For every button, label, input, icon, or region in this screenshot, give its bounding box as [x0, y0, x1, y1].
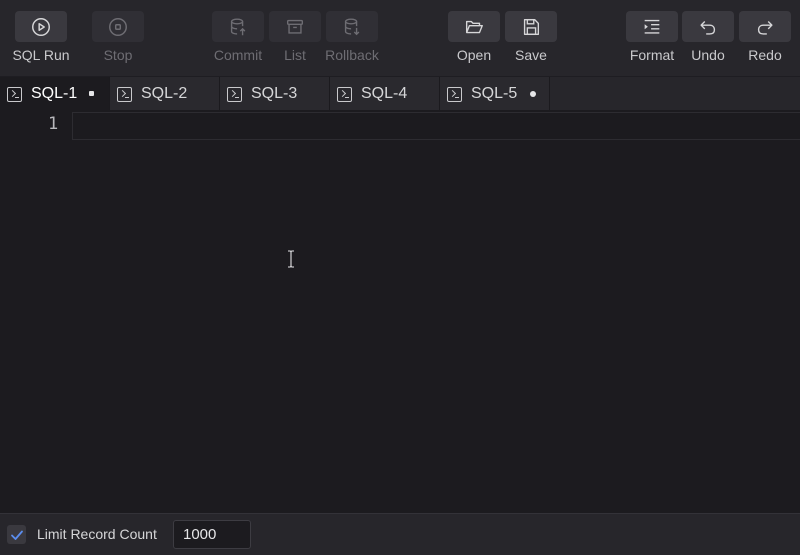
current-line-highlight[interactable]: [72, 112, 800, 140]
rollback-button[interactable]: Rollback: [325, 11, 379, 63]
terminal-icon: [337, 86, 352, 102]
database-upload-icon: [230, 18, 246, 35]
terminal-icon: [117, 86, 132, 102]
database-download-icon: [344, 18, 360, 35]
tab-label: SQL-3: [251, 85, 298, 102]
limit-record-count-label: Limit Record Count: [37, 526, 157, 542]
tab-label: SQL-1: [31, 85, 78, 102]
toolbar: SQL Run Stop Commit List Rollback Open S…: [0, 0, 800, 76]
tab-sql-1[interactable]: SQL-1: [0, 77, 110, 111]
sql-editor[interactable]: 1: [0, 110, 800, 513]
sql-run-button[interactable]: SQL Run: [12, 11, 70, 63]
stop-label: Stop: [103, 47, 133, 63]
tab-sql-5[interactable]: SQL-5: [440, 77, 550, 111]
save-label: Save: [515, 47, 547, 63]
limit-record-count-checkbox[interactable]: [7, 525, 26, 544]
redo-icon: [757, 20, 773, 35]
indent-format-icon: [644, 19, 660, 34]
text-cursor-icon: [288, 250, 294, 268]
modified-dot-indicator: [530, 91, 536, 97]
limit-record-count-input[interactable]: [173, 520, 251, 549]
undo-icon: [700, 20, 716, 35]
save-button[interactable]: Save: [505, 11, 557, 63]
tab-sql-2[interactable]: SQL-2: [110, 77, 220, 111]
checkmark-icon: [10, 530, 23, 540]
stop-button[interactable]: Stop: [92, 11, 144, 63]
play-circle-icon: [32, 17, 50, 36]
tab-label: SQL-4: [361, 85, 408, 102]
tab-sql-3[interactable]: SQL-3: [220, 77, 330, 111]
folder-open-icon: [465, 20, 483, 33]
rollback-label: Rollback: [325, 47, 379, 63]
floppy-disk-icon: [523, 18, 540, 35]
redo-button[interactable]: Redo: [739, 11, 791, 63]
editor-tab-bar: SQL-1 SQL-2 SQL-3 SQL-4 SQL-5: [0, 76, 800, 111]
terminal-icon: [227, 86, 242, 102]
tab-label: SQL-5: [471, 85, 518, 102]
editor-footer: Limit Record Count: [0, 513, 800, 555]
stop-circle-icon: [109, 17, 127, 36]
tab-sql-4[interactable]: SQL-4: [330, 77, 440, 111]
line-number: 1: [48, 114, 59, 134]
archive-icon: [286, 19, 304, 34]
terminal-icon: [7, 86, 22, 102]
redo-label: Redo: [748, 47, 782, 63]
terminal-icon: [447, 86, 462, 102]
tab-label: SQL-2: [141, 85, 188, 102]
unsaved-indicator: [89, 91, 94, 96]
